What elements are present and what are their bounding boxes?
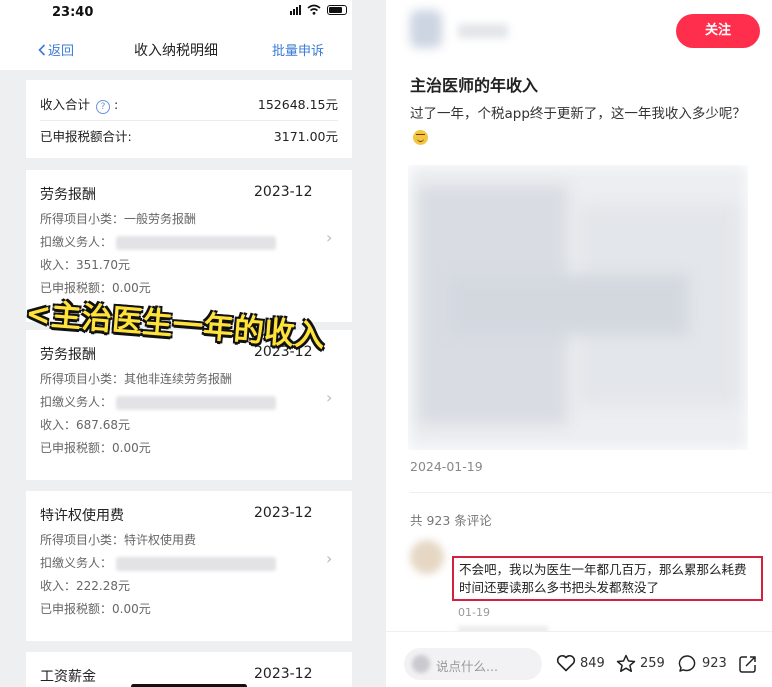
- record-subcategory: 所得项目小类：其他非连续劳务报酬: [40, 372, 233, 386]
- record-subcategory: 所得项目小类：一般劳务报酬: [40, 212, 197, 226]
- status-bar: 23:40: [0, 0, 352, 28]
- withholder-label: 扣缴义务人：: [40, 556, 113, 570]
- summary-card: 收入合计?: 152648.15元 已申报税额合计: 3171.00元: [26, 80, 352, 158]
- star-icon: [616, 654, 636, 673]
- income-total-label-wrap: 收入合计?:: [40, 97, 119, 114]
- tax-total-label: 已申报税额合计:: [40, 129, 132, 144]
- grin-emoji-icon: [413, 130, 428, 145]
- like-button[interactable]: 849: [556, 654, 605, 672]
- income-record-card[interactable]: 特许权使用费 2023-12 所得项目小类：特许权使用费 扣缴义务人： 收入：2…: [26, 491, 352, 641]
- chevron-right-icon: ›: [326, 549, 333, 568]
- record-date: 2023-12: [254, 505, 313, 521]
- collect-button[interactable]: 259: [616, 654, 665, 673]
- withholder-label: 扣缴义务人：: [40, 395, 113, 409]
- like-count: 849: [580, 655, 605, 671]
- heart-icon: [556, 654, 576, 672]
- blurred-post-image[interactable]: [408, 165, 748, 450]
- record-title: 劳务报酬: [40, 347, 96, 363]
- record-title: 特许权使用费: [40, 508, 124, 524]
- share-button[interactable]: [738, 654, 758, 674]
- highlighted-comment: 不会吧，我以为医生一年都几百万，那么累那么耗费时间还要读那么多书把头发都熬没了: [452, 556, 763, 601]
- record-income: 收入：351.70元: [40, 258, 130, 272]
- income-total-label: 收入合计: [40, 97, 91, 112]
- comment-input[interactable]: 说点什么...: [404, 648, 542, 680]
- batch-appeal-button[interactable]: 批量申诉: [272, 40, 324, 59]
- redacted-text: [116, 556, 277, 571]
- signal-icon: [290, 4, 301, 15]
- share-icon: [739, 656, 756, 673]
- record-date: 2023-12: [254, 184, 313, 200]
- comment-button[interactable]: 923: [678, 654, 727, 673]
- record-title: 工资薪金: [40, 669, 96, 685]
- record-withholder: 扣缴义务人：: [40, 554, 277, 571]
- nav-bar: 返回 收入纳税明细 批量申诉: [0, 28, 352, 70]
- redacted-text: [116, 235, 277, 250]
- status-icons: [290, 4, 347, 15]
- withholder-label: 扣缴义务人：: [40, 235, 113, 249]
- collect-count: 259: [640, 656, 665, 671]
- battery-icon: [327, 4, 347, 15]
- comment-count: 共 923 条评论: [410, 513, 492, 528]
- record-tax: 已申报税额：0.00元: [40, 441, 151, 455]
- post-date: 2024-01-19: [410, 459, 483, 474]
- author-name-redacted: [458, 24, 508, 38]
- follow-button[interactable]: 关注: [676, 14, 760, 48]
- commenter-avatar[interactable]: [410, 540, 444, 574]
- post-body-text: 过了一年，个税app终于更新了，这一年我收入多少呢？: [410, 106, 746, 122]
- wifi-icon: [307, 4, 321, 15]
- income-total-row: 收入合计?: 152648.15元: [40, 94, 338, 114]
- record-title: 劳务报酬: [40, 187, 96, 203]
- help-icon[interactable]: ?: [96, 100, 111, 114]
- chevron-right-icon: ›: [326, 388, 333, 407]
- tax-total-value: 3171.00元: [273, 129, 338, 144]
- author-avatar[interactable]: [410, 10, 442, 48]
- record-income: 收入：222.28元: [40, 579, 130, 593]
- status-time: 23:40: [52, 5, 94, 20]
- income-total-value: 152648.15元: [257, 97, 338, 112]
- record-withholder: 扣缴义务人：: [40, 393, 277, 410]
- record-withholder: 扣缴义务人：: [40, 233, 277, 250]
- social-post: 关注 主治医师的年收入 过了一年，个税app终于更新了，这一年我收入多少呢？ 2…: [386, 0, 772, 687]
- divider: [410, 492, 772, 493]
- chevron-right-icon: ›: [326, 228, 333, 247]
- post-title: 主治医师的年收入: [410, 76, 539, 95]
- divider: [40, 120, 338, 121]
- record-income: 收入：687.68元: [40, 418, 130, 432]
- image-blur-layer: [448, 275, 688, 335]
- post-body: 过了一年，个税app终于更新了，这一年我收入多少呢？: [410, 102, 750, 150]
- comment-input-placeholder: 说点什么...: [436, 659, 498, 674]
- comment-date: 01-19: [458, 606, 490, 619]
- comment-icon: [678, 655, 696, 672]
- redacted-text: [116, 395, 277, 410]
- record-date: 2023-12: [254, 666, 313, 682]
- comment-count-bottom: 923: [702, 656, 727, 671]
- user-avatar: [412, 655, 430, 673]
- record-subcategory: 所得项目小类：特许权使用费: [40, 533, 197, 547]
- tax-total-row: 已申报税额合计: 3171.00元: [40, 126, 338, 145]
- income-record-card[interactable]: 工资薪金 2023-12: [26, 652, 352, 687]
- bottom-action-bar: 说点什么... 849 259 923: [386, 631, 772, 687]
- tax-app-screenshot: 23:40 返回 收入纳税明细 批量申诉 收入合计?: 152648.15元 已…: [0, 0, 386, 687]
- record-tax: 已申报税额：0.00元: [40, 602, 151, 616]
